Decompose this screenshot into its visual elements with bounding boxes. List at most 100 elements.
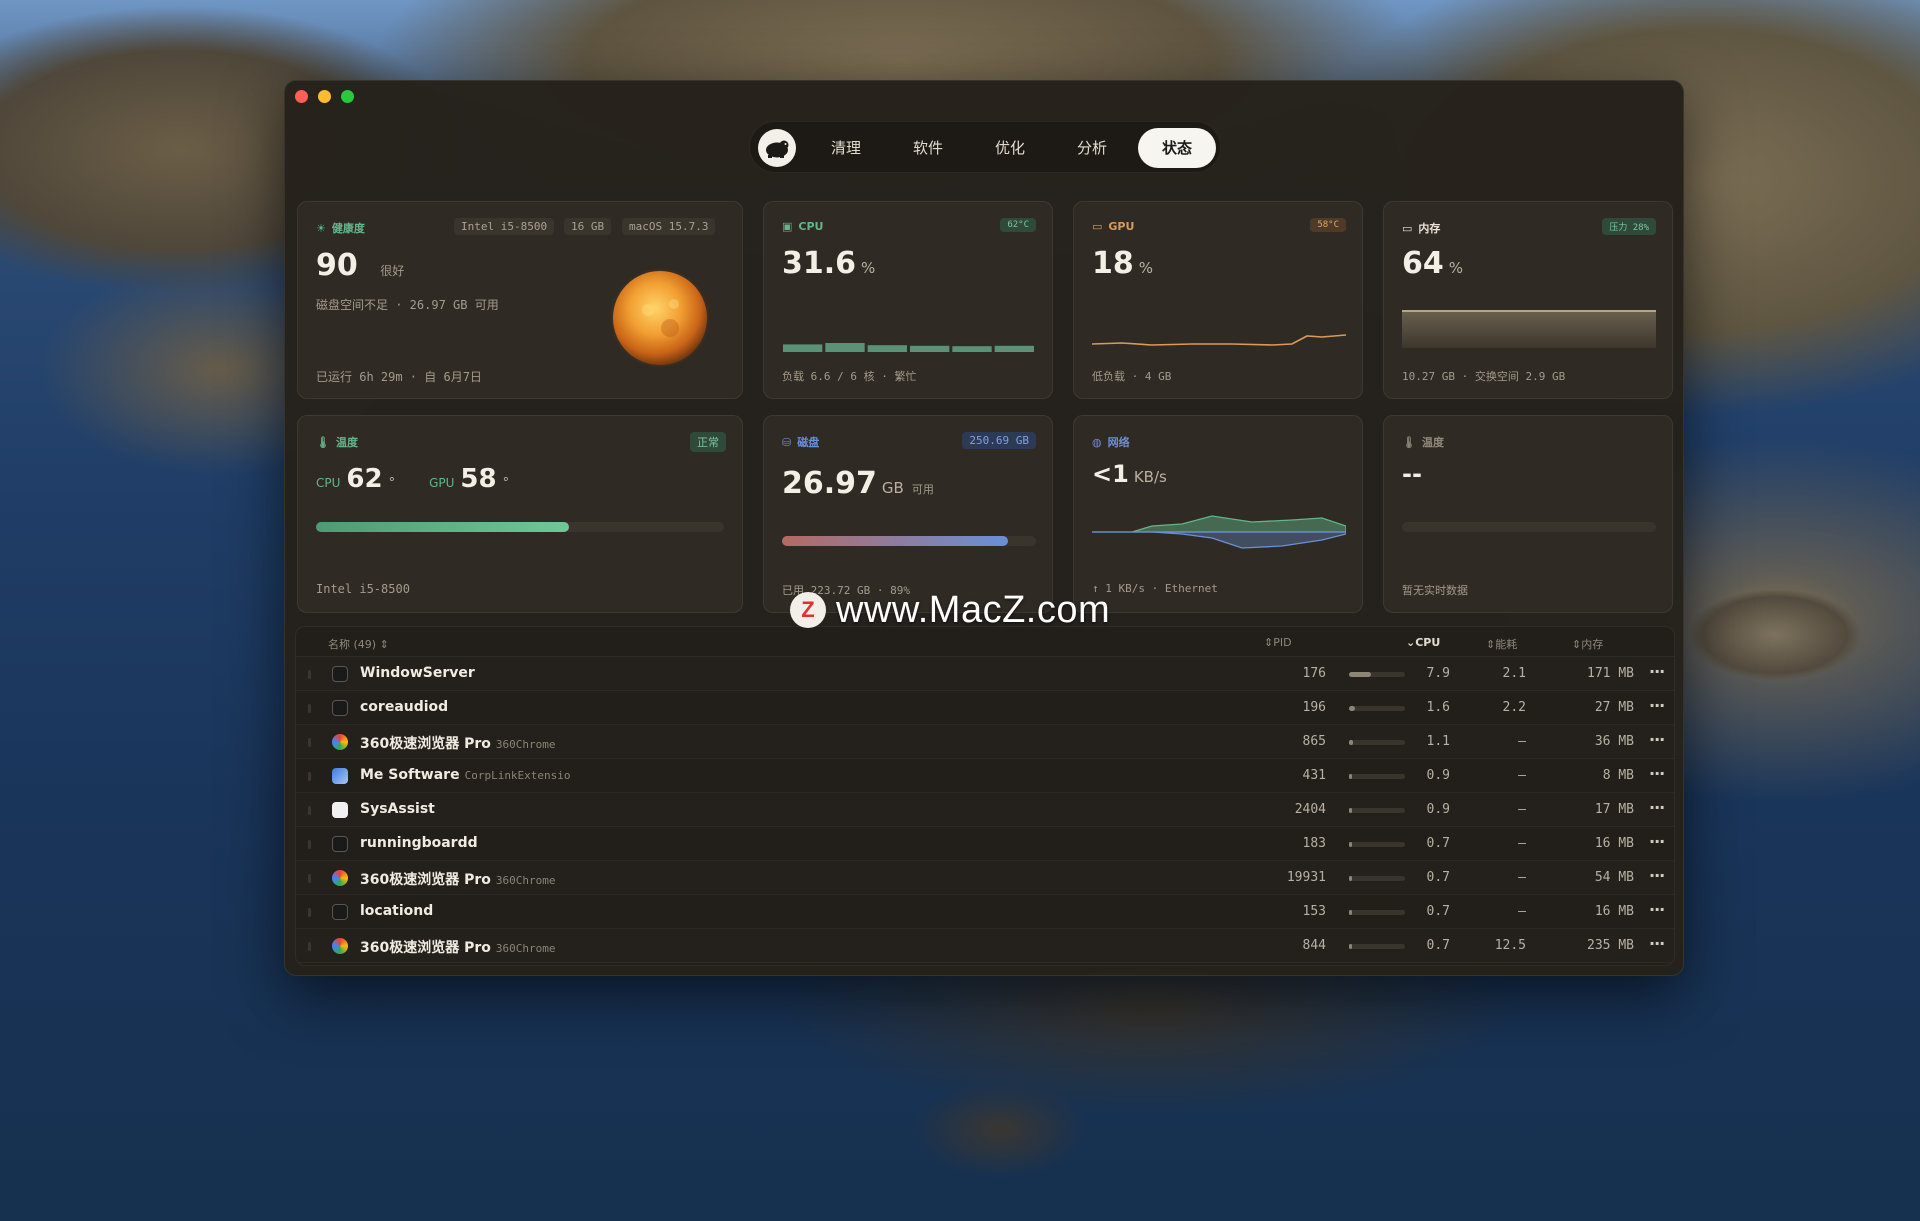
tab-analyze[interactable]: 分析	[1060, 128, 1124, 168]
table-row[interactable]: WindowServer 176 7.9 2.1 171 MB ···	[296, 657, 1674, 691]
process-memory: 27 MB	[1594, 700, 1634, 715]
more-options-button[interactable]: ···	[1649, 662, 1665, 681]
cpu-usage-fill	[1349, 740, 1354, 745]
process-memory: 16 MB	[1594, 904, 1634, 919]
process-cpu: 1.6	[1426, 700, 1450, 715]
temp-cpu-deg: °	[388, 476, 396, 491]
health-grade: 很好	[380, 264, 405, 278]
process-cpu: 0.7	[1426, 836, 1450, 851]
watermark-text: www.MacZ.com	[836, 588, 1111, 631]
more-options-button[interactable]: ···	[1649, 696, 1665, 715]
tab-clean[interactable]: 清理	[814, 128, 878, 168]
process-name: Me Software	[360, 767, 460, 783]
process-memory: 16 MB	[1594, 836, 1634, 851]
drag-handle[interactable]	[308, 942, 311, 951]
zoom-window-button[interactable]	[341, 90, 354, 103]
temp2-value: --	[1402, 460, 1422, 488]
process-energy: —	[1518, 904, 1526, 919]
memory-note: 10.27 GB · 交换空间 2.9 GB	[1402, 370, 1566, 383]
gpu-unit: %	[1138, 259, 1154, 277]
disk-title: 磁盘	[797, 436, 820, 449]
main-nav: 清理 软件 优化 分析 状态	[749, 121, 1221, 173]
network-note: ↑ 1 KB/s · Ethernet	[1092, 582, 1218, 595]
memory-card: ▭ 内存 压力 28% 64% 10.27 GB · 交换空间 2.9 GB	[1383, 201, 1673, 399]
drag-handle[interactable]	[308, 738, 311, 747]
table-row[interactable]: Me Software CorpLinkExtensio 431 0.9 — 8 MB ··…	[296, 759, 1674, 793]
more-options-button[interactable]: ···	[1649, 900, 1665, 919]
thermometer-icon: 🌡	[316, 435, 330, 449]
col-pid-header[interactable]: ⇕PID	[1264, 636, 1292, 649]
tab-software[interactable]: 软件	[896, 128, 960, 168]
watermark-logo-icon: Z	[790, 592, 826, 628]
more-options-button[interactable]: ···	[1649, 934, 1665, 953]
cpu-usage-fill	[1349, 910, 1352, 915]
process-memory: 235 MB	[1587, 938, 1634, 953]
network-title: 网络	[1107, 436, 1130, 449]
more-options-button[interactable]: ···	[1649, 866, 1665, 885]
cpu-core-bar	[952, 346, 992, 352]
table-row[interactable]: locationd 153 0.7 — 16 MB ···	[296, 895, 1674, 929]
drag-handle[interactable]	[308, 806, 311, 815]
memory-area-chart	[1402, 310, 1656, 348]
table-row[interactable]: 360极速浏览器 Pro 360Chrome 19931 0.7 — 54 MB ···	[296, 861, 1674, 895]
tab-status[interactable]: 状态	[1138, 128, 1216, 168]
temperature-realtime-card: 🌡 温度 -- 暂无实时数据	[1383, 415, 1673, 613]
table-row[interactable]: runningboardd 183 0.7 — 16 MB ···	[296, 827, 1674, 861]
process-energy: 2.2	[1502, 700, 1526, 715]
cpu-usage-bar	[1349, 910, 1405, 915]
title-bar	[285, 81, 1683, 115]
network-value: <1	[1092, 460, 1129, 488]
network-unit: KB/s	[1133, 468, 1167, 486]
memory-title: 内存	[1418, 222, 1441, 235]
temperature-status-chip: 正常	[690, 432, 726, 452]
col-name-header[interactable]: 名称 (49) ⇕	[328, 636, 389, 652]
col-memory-header[interactable]: ⇕内存	[1572, 636, 1603, 652]
disk-total-chip: 250.69 GB	[962, 432, 1036, 449]
process-energy: —	[1518, 734, 1526, 749]
health-title: 健康度	[331, 222, 365, 235]
app-logo-icon	[758, 129, 796, 167]
cpu-core-bar	[783, 344, 823, 352]
process-pid: 19931	[1286, 870, 1326, 885]
table-row[interactable]: coreaudiod 196 1.6 2.2 27 MB ···	[296, 691, 1674, 725]
close-window-button[interactable]	[295, 90, 308, 103]
drag-handle[interactable]	[308, 772, 311, 781]
cpu-core-bar	[910, 345, 950, 352]
process-memory: 17 MB	[1594, 802, 1634, 817]
process-pid: 865	[1302, 734, 1326, 749]
gpu-value: 18	[1092, 246, 1134, 281]
cpu-usage-bar	[1349, 774, 1405, 779]
process-pid: 196	[1302, 700, 1326, 715]
process-energy: —	[1518, 870, 1526, 885]
drag-handle[interactable]	[308, 840, 311, 849]
drag-handle[interactable]	[308, 908, 311, 917]
drag-handle[interactable]	[308, 874, 311, 883]
monitor-icon: ▭	[1092, 220, 1103, 233]
process-name: locationd	[360, 903, 434, 919]
table-row[interactable]: 360极速浏览器 Pro 360Chrome 844 0.7 12.5 235 MB ···	[296, 929, 1674, 963]
more-options-button[interactable]: ···	[1649, 730, 1665, 749]
table-row[interactable]: 360极速浏览器 Pro 360Chrome 865 1.1 — 36 MB ···	[296, 725, 1674, 759]
health-card: ☀ 健康度 Intel i5-8500 16 GB macOS 15.7.3 9…	[297, 201, 743, 399]
minimize-window-button[interactable]	[318, 90, 331, 103]
more-options-button[interactable]: ···	[1649, 798, 1665, 817]
cpu-title: CPU	[798, 220, 824, 233]
tab-optimize[interactable]: 优化	[978, 128, 1042, 168]
uptime-text: 已运行 6h 29m · 自 6月7日	[316, 370, 482, 384]
more-options-button[interactable]: ···	[1649, 764, 1665, 783]
globe-icon: ◍	[1092, 435, 1102, 449]
disk-unit: GB	[881, 479, 904, 497]
drag-handle[interactable]	[308, 704, 311, 713]
process-pid: 844	[1302, 938, 1326, 953]
table-row[interactable]: SysAssist 2404 0.9 — 17 MB ···	[296, 793, 1674, 827]
cpu-usage-fill	[1349, 876, 1352, 881]
disk-icon: ⛁	[782, 435, 792, 449]
col-cpu-header[interactable]: ⌄CPU	[1406, 636, 1440, 649]
more-options-button[interactable]: ···	[1649, 832, 1665, 851]
activity-icon	[332, 904, 348, 920]
chip-icon: ▣	[782, 220, 793, 233]
activity-icon	[332, 700, 348, 716]
col-energy-header[interactable]: ⇕能耗	[1486, 636, 1517, 652]
process-sub: CorpLinkExtensio	[464, 769, 571, 782]
drag-handle[interactable]	[308, 670, 311, 679]
